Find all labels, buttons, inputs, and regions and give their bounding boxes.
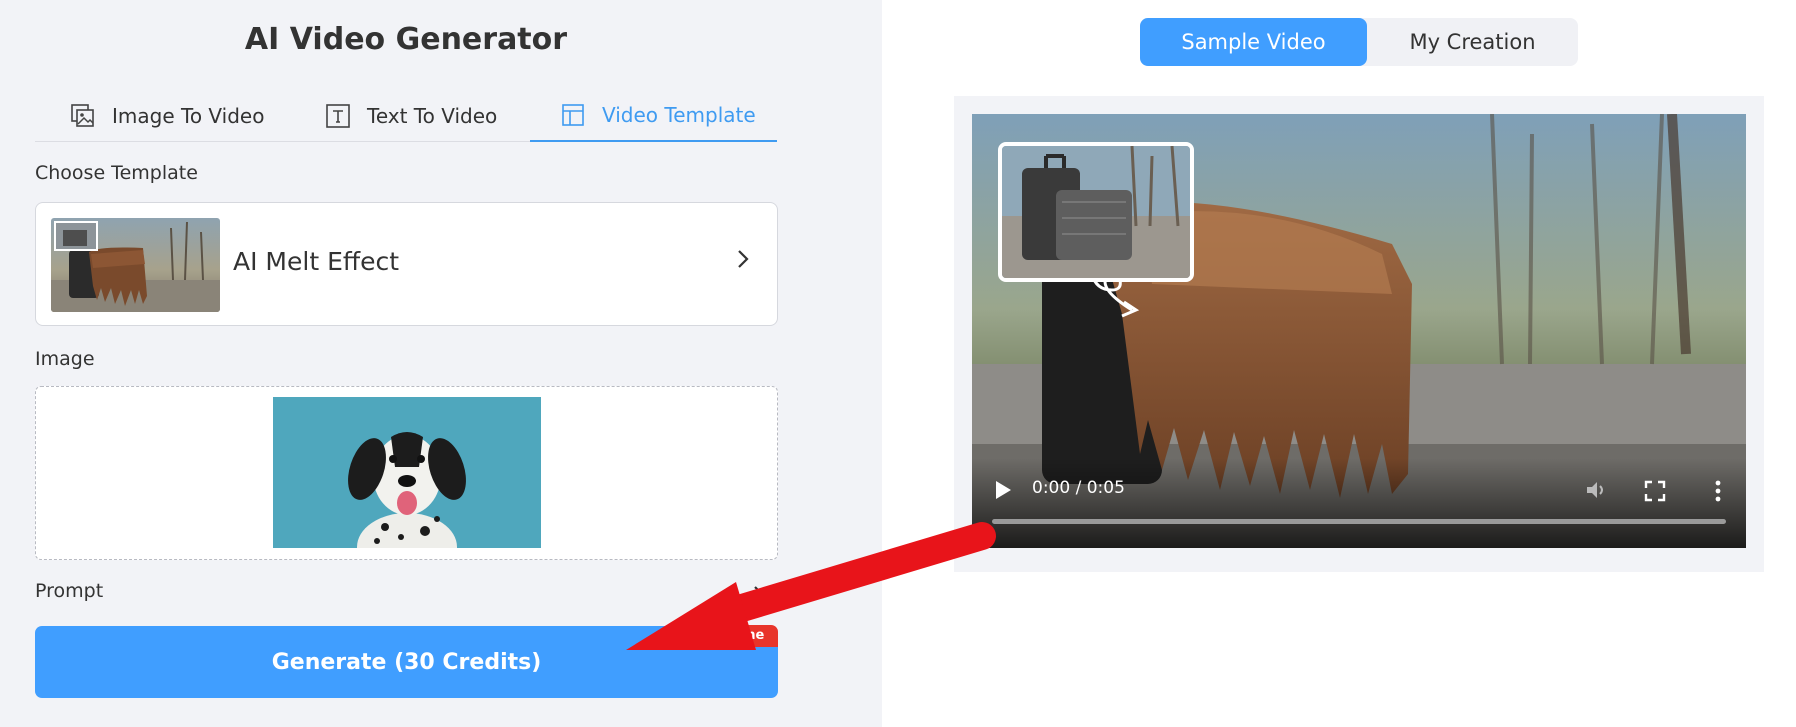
page-title: AI Video Generator [244, 22, 568, 57]
image-upload-area[interactable] [35, 386, 778, 560]
image-to-video-icon [71, 104, 94, 127]
tab-my-creation[interactable]: My Creation [1367, 18, 1578, 66]
tab-sample-video[interactable]: Sample Video [1140, 18, 1367, 66]
suitcase-original-thumbnail [1002, 146, 1190, 278]
video-controls: 0:00 / 0:05 [972, 458, 1746, 548]
promo-badge: me [730, 625, 778, 647]
generate-button[interactable]: Generate (30 Credits) [35, 626, 778, 698]
dalmatian-dog-photo [273, 397, 541, 548]
choose-template-label: Choose Template [35, 162, 198, 184]
prompt-label: Prompt [35, 580, 104, 602]
tab-text-to-video[interactable]: Text To Video [325, 90, 497, 142]
suitcase-melt-thumbnail [51, 218, 220, 312]
mode-tabs: Image To Video Text To Video Video Templ… [35, 90, 777, 142]
tab-video-template[interactable]: Video Template [530, 90, 777, 142]
image-label: Image [35, 348, 95, 370]
chevron-down-icon[interactable] [752, 582, 778, 602]
play-icon[interactable] [994, 480, 1012, 500]
tab-label: Text To Video [367, 104, 498, 128]
uploaded-image-preview [273, 397, 541, 548]
video-preview-container: 0:00 / 0:05 [954, 96, 1764, 572]
volume-icon[interactable] [1584, 478, 1608, 502]
video-progress-bar[interactable] [992, 519, 1726, 524]
more-options-icon[interactable] [1714, 480, 1722, 502]
view-toggle: Sample Video My Creation [1140, 18, 1578, 66]
generator-panel: AI Video Generator Image To Video Text T… [0, 0, 882, 727]
fullscreen-icon[interactable] [1644, 480, 1666, 502]
video-time: 0:00 / 0:05 [1032, 478, 1125, 498]
chevron-right-icon [738, 250, 749, 268]
tab-image-to-video[interactable]: Image To Video [70, 90, 264, 142]
template-icon [562, 104, 584, 126]
template-thumbnail [51, 218, 220, 312]
selected-template-name: AI Melt Effect [233, 247, 400, 276]
template-selector[interactable]: AI Melt Effect [35, 202, 778, 326]
tab-label: Image To Video [112, 104, 265, 128]
sample-video-player[interactable]: 0:00 / 0:05 [972, 114, 1746, 548]
source-image-inset [998, 142, 1194, 282]
tab-label: Video Template [602, 103, 756, 127]
text-icon [326, 104, 350, 128]
